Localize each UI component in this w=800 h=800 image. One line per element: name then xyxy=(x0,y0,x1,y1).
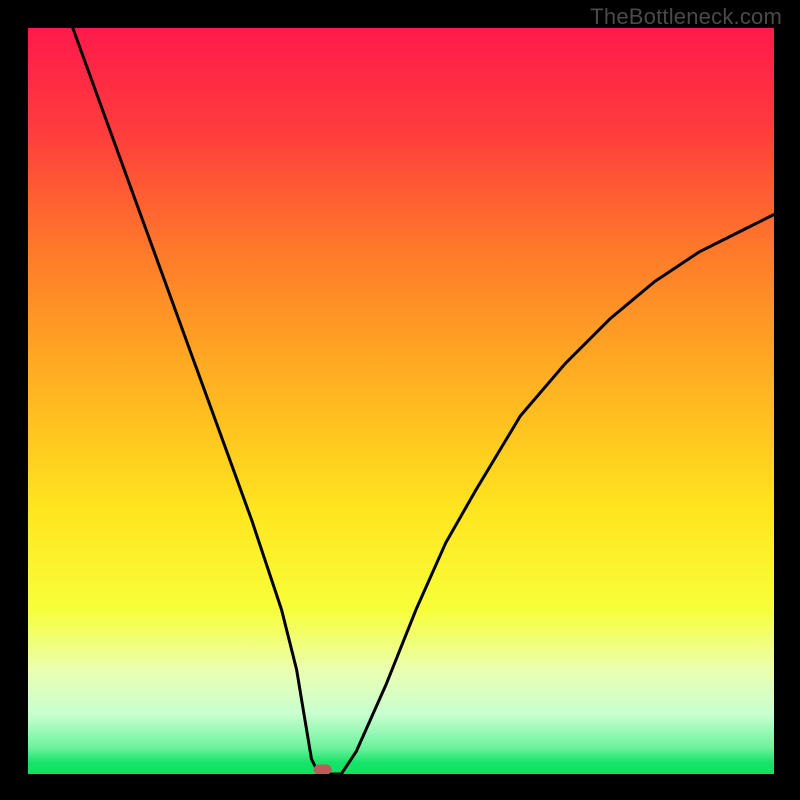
optimum-marker xyxy=(314,765,332,775)
chart-frame: TheBottleneck.com xyxy=(0,0,800,800)
bottleneck-chart xyxy=(28,28,774,774)
gradient-background xyxy=(28,28,774,774)
watermark-text: TheBottleneck.com xyxy=(590,4,782,30)
